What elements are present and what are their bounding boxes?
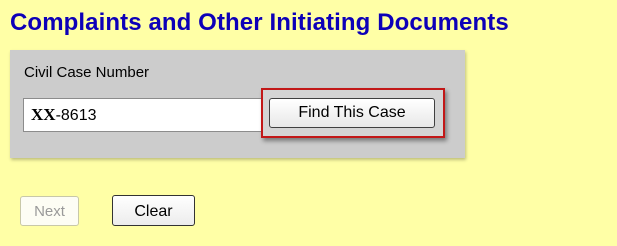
civil-case-number-label: Civil Case Number xyxy=(24,64,150,81)
find-this-case-button[interactable]: Find This Case xyxy=(269,98,435,128)
page-title: Complaints and Other Initiating Document… xyxy=(10,9,509,36)
case-search-panel: Civil Case Number XX-8613 Find This Case xyxy=(10,50,465,158)
case-number-prefix: XX xyxy=(31,105,56,124)
find-button-highlight: Find This Case xyxy=(261,88,445,138)
next-button[interactable]: Next xyxy=(20,196,79,226)
case-number-input[interactable]: XX-8613 xyxy=(23,98,269,132)
clear-button[interactable]: Clear xyxy=(112,195,195,226)
case-number-suffix: -8613 xyxy=(55,107,97,124)
